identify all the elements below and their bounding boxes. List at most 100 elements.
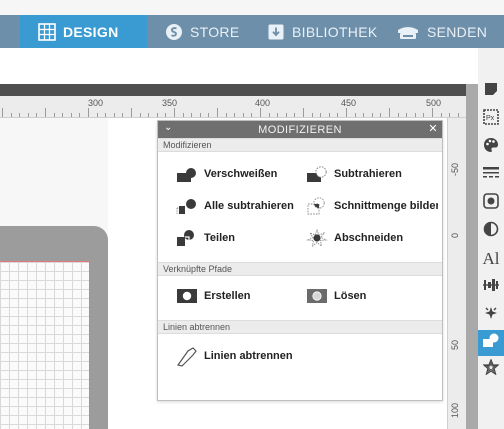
tab-design[interactable]: DESIGN (20, 15, 147, 48)
ruler-tick (113, 113, 115, 117)
ruler-header-bar (0, 84, 466, 96)
ruler-tick (337, 113, 339, 117)
tab-send-label: SENDEN (427, 23, 488, 40)
line-style-button[interactable] (478, 162, 504, 188)
tab-store[interactable]: STORE (165, 15, 239, 48)
main-tab-bar: DESIGN STORE BIBLIOTHEK SENDEN (0, 15, 504, 48)
divide-icon (176, 229, 198, 247)
weld-button[interactable]: Verschweißen (176, 158, 277, 190)
ruler-tick (397, 113, 399, 117)
tab-send[interactable]: SENDEN (396, 15, 487, 48)
make-compound-button[interactable]: Erstellen (176, 280, 250, 312)
image-effects-icon (483, 193, 499, 213)
subtract-all-button[interactable]: Alle subtrahieren (176, 190, 294, 222)
close-icon[interactable]: ✕ (428, 122, 438, 135)
intersect-button[interactable]: Schnittmenge bilden (306, 190, 438, 222)
tab-library-label: BIBLIOTHEK (292, 23, 378, 40)
align-button[interactable] (478, 274, 504, 300)
detach-lines-icon (176, 347, 198, 367)
ruler-tick (36, 113, 38, 117)
weld-icon (176, 165, 198, 183)
ruler-tick (371, 113, 373, 117)
make-compound-label: Erstellen (204, 290, 251, 302)
offset-star-icon (482, 358, 500, 379)
ruler-tick (406, 113, 408, 117)
ruler-tick (303, 108, 304, 117)
ruler-tick (363, 113, 365, 117)
vertical-ruler: -50 0 50 100 (447, 118, 466, 429)
ruler-tick (165, 113, 167, 117)
contrast-icon (483, 221, 499, 241)
vertical-scrollbar[interactable] (466, 84, 478, 429)
offset-button[interactable] (478, 356, 504, 382)
tab-design-label: DESIGN (63, 23, 119, 40)
ruler-label: 50 (450, 339, 460, 350)
pixscan-button[interactable]: Px (478, 106, 504, 132)
ruler-tick (380, 113, 382, 117)
subtract-all-icon (176, 197, 198, 215)
ruler-tick (156, 113, 158, 117)
ruler-tick (174, 108, 175, 117)
modify-panel: ⌄ MODIFIZIEREN ✕ Modifizieren Verschweiß… (157, 120, 443, 401)
ruler-tick (354, 113, 356, 117)
ruler-label: 450 (341, 98, 357, 108)
ruler-tick (432, 108, 433, 117)
text-style-button[interactable]: Al (478, 246, 504, 272)
ruler-tick (457, 113, 459, 117)
text-style-icon: Al (482, 249, 500, 268)
align-icon (483, 278, 499, 296)
divide-button[interactable]: Teilen (176, 222, 235, 254)
ruler-tick (260, 108, 261, 117)
collapse-chevron-icon[interactable]: ⌄ (164, 122, 173, 133)
replicate-button[interactable] (478, 302, 504, 328)
subtract-all-label: Alle subtrahieren (204, 200, 294, 212)
modify-panel-title: MODIFIZIEREN (258, 123, 342, 136)
intersect-icon (306, 197, 328, 215)
crop-label: Abschneiden (334, 232, 404, 244)
compound-row: Erstellen Lösen (158, 280, 442, 312)
release-compound-icon (306, 287, 328, 305)
ruler-tick (10, 113, 12, 117)
image-effects-button[interactable] (478, 190, 504, 216)
svg-text:Px: Px (486, 115, 495, 122)
ruler-tick (88, 108, 89, 117)
contrast-button[interactable] (478, 218, 504, 244)
ruler-tick (191, 113, 193, 117)
crop-button[interactable]: Abschneiden (306, 222, 403, 254)
make-compound-icon (176, 287, 198, 305)
intersect-label: Schnittmenge bilden (334, 200, 438, 212)
tab-library[interactable]: BIBLIOTHEK (267, 15, 377, 48)
ruler-tick (414, 113, 416, 117)
modify-icon (482, 333, 500, 353)
store-icon (165, 23, 183, 41)
modify-row-3: Teilen Abschneiden (158, 222, 442, 254)
ruler-tick (62, 113, 64, 117)
subtract-icon (306, 165, 328, 183)
ruler-tick (53, 113, 55, 117)
subtract-button[interactable]: Subtrahieren (306, 158, 402, 190)
release-compound-label: Lösen (334, 290, 367, 302)
ruler-tick (45, 108, 46, 117)
modify-panel-button[interactable] (478, 330, 504, 356)
grid-icon (38, 22, 56, 41)
ruler-tick (225, 113, 227, 117)
tab-store-label: STORE (190, 23, 240, 40)
modify-row-2: Alle subtrahieren Schnittmenge bilden (158, 190, 442, 222)
ruler-tick (449, 113, 451, 117)
fill-palette-button[interactable] (478, 134, 504, 160)
ruler-tick (440, 113, 442, 117)
ruler-tick (234, 113, 236, 117)
ruler-label: -50 (450, 162, 460, 176)
detach-lines-button[interactable]: Linien abtrennen (176, 340, 293, 372)
replicate-icon (483, 305, 499, 325)
ruler-label: 350 (162, 98, 178, 108)
page-setup-button[interactable] (478, 78, 504, 104)
ruler-label: 500 (426, 98, 442, 108)
ruler-tick (242, 113, 244, 117)
fill-palette-icon (483, 137, 499, 157)
modify-panel-header[interactable]: ⌄ MODIFIZIEREN ✕ (158, 121, 442, 138)
ruler-label: 100 (450, 402, 460, 418)
section-header-modify: Modifizieren (158, 138, 442, 152)
ruler-tick (285, 113, 287, 117)
release-compound-button[interactable]: Lösen (306, 280, 366, 312)
